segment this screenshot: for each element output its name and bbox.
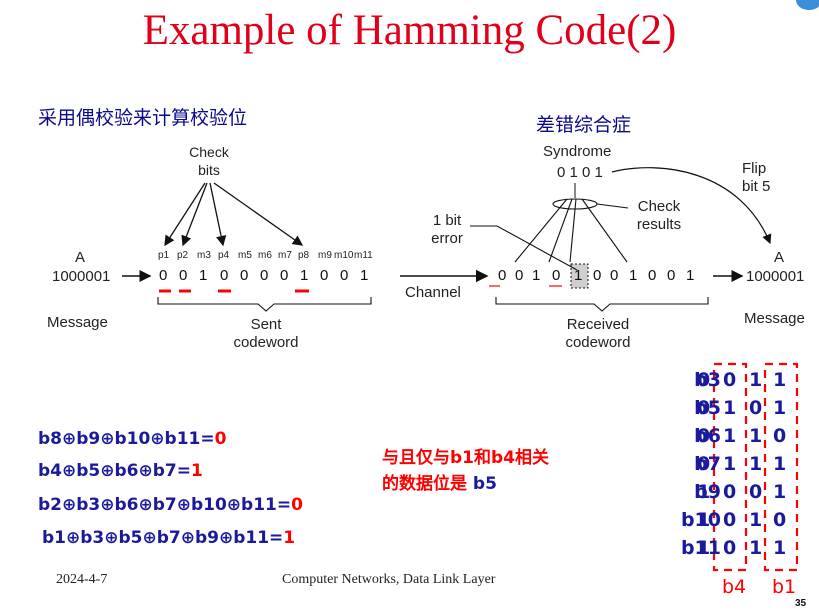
table-bit: 0 xyxy=(723,481,737,503)
message-left: Message xyxy=(47,314,108,331)
equation-3: b2⊕b3⊕b6⊕b7⊕b10⊕b11=0 xyxy=(38,495,303,515)
analysis-note: 与且仅与b1和b4相关 的数据位是 b5 xyxy=(382,448,549,494)
syndrome-table: b3 0 0 1 1 b5 0 1 0 1 b6 0 1 1 0 b7 0 1 … xyxy=(640,369,815,569)
received-bit: 0 xyxy=(552,267,561,284)
pos-label: m9 xyxy=(318,250,332,261)
position-labels: p1 p2 m3 p4 m5 m6 m7 p8 m9 m10 m11 xyxy=(158,250,378,264)
received-bit: 0 xyxy=(667,267,676,284)
received-codeword-label: Received codeword xyxy=(565,316,631,351)
sent-bit: 0 xyxy=(280,267,289,284)
sent-bits: 0 0 1 0 0 0 0 1 0 0 1 xyxy=(159,267,379,287)
table-bit: 1 xyxy=(773,481,787,503)
table-bit: 1 xyxy=(773,397,787,419)
equation-1: b8⊕b9⊕b10⊕b11=0 xyxy=(38,429,227,449)
sent-bit: 1 xyxy=(300,267,309,284)
sent-brace xyxy=(157,297,372,312)
received-bit: 0 xyxy=(648,267,657,284)
equation-2: b4⊕b5⊕b6⊕b7=1 xyxy=(38,461,203,481)
check-results-pointer xyxy=(596,203,629,209)
table-bit: 0 xyxy=(749,481,763,503)
sent-codeword-label: Sent codeword xyxy=(233,316,299,351)
table-bit: 0 xyxy=(749,397,763,419)
sent-bit: 0 xyxy=(240,267,249,284)
sent-bit: 0 xyxy=(159,267,168,284)
table-bit: 1 xyxy=(723,397,737,419)
table-bit: 1 xyxy=(773,369,787,391)
table-bit: 0 xyxy=(697,397,711,419)
table-bit: 1 xyxy=(749,425,763,447)
table-bit: 0 xyxy=(697,425,711,447)
receiver-data: 1000001 xyxy=(746,268,805,285)
receiver-a: A xyxy=(774,249,785,266)
pos-label: m10 xyxy=(334,250,354,261)
table-bit: 1 xyxy=(723,425,737,447)
received-bit: 1 xyxy=(686,267,695,284)
col-label-b1: b1 xyxy=(772,576,797,598)
pos-label: m6 xyxy=(258,250,272,261)
table-bit: 0 xyxy=(697,369,711,391)
table-bit: 0 xyxy=(697,453,711,475)
message-right: Message xyxy=(744,310,805,327)
sent-bit: 1 xyxy=(199,267,208,284)
received-brace xyxy=(495,297,709,312)
error-pointer xyxy=(470,225,578,271)
table-bit: 0 xyxy=(723,509,737,531)
pos-label: m5 xyxy=(238,250,252,261)
table-bit: 1 xyxy=(723,453,737,475)
sent-bit: 1 xyxy=(360,267,369,284)
table-bit: 1 xyxy=(697,481,711,503)
col-label-b4: b4 xyxy=(722,576,747,598)
table-bit: 0 xyxy=(773,509,787,531)
sent-bit: 0 xyxy=(179,267,188,284)
sender-a: A xyxy=(75,249,86,266)
table-bit: 0 xyxy=(723,369,737,391)
pos-label: p8 xyxy=(298,250,310,261)
received-bit: 0 xyxy=(593,267,602,284)
sent-bit: 0 xyxy=(260,267,269,284)
table-bit: 1 xyxy=(697,537,711,559)
sent-bit: 0 xyxy=(320,267,329,284)
table-bit: 0 xyxy=(773,425,787,447)
check-bit-arrows xyxy=(164,182,304,247)
flip-label: Flip bit 5 xyxy=(742,160,771,195)
syndrome-label: Syndrome xyxy=(543,143,612,160)
footer-course: Computer Networks, Data Link Layer xyxy=(282,572,496,587)
received-bit: 0 xyxy=(498,267,507,284)
table-bit: 1 xyxy=(773,537,787,559)
pos-label: m3 xyxy=(197,250,211,261)
table-bit: 1 xyxy=(749,369,763,391)
received-bit: 0 xyxy=(610,267,619,284)
equation-4: b1⊕b3⊕b5⊕b7⊕b9⊕b11=1 xyxy=(42,528,296,548)
table-bit: 1 xyxy=(749,453,763,475)
table-bit: 1 xyxy=(749,537,763,559)
check-results-label: Check results xyxy=(636,198,682,233)
pos-label: p4 xyxy=(218,250,230,261)
sender-data: 1000001 xyxy=(52,268,111,285)
received-bit: 1 xyxy=(532,267,541,284)
syndrome-value: 0 1 0 1 xyxy=(557,164,603,181)
table-bit: 1 xyxy=(773,453,787,475)
received-bits: 0 0 1 0 1 0 0 1 0 0 1 xyxy=(498,267,718,287)
received-bit: 1 xyxy=(629,267,638,284)
pos-label: m7 xyxy=(278,250,292,261)
page-number: 35 xyxy=(795,598,807,609)
received-bit: 0 xyxy=(515,267,524,284)
channel-label: Channel xyxy=(405,284,461,301)
footer-date: 2024-4-7 xyxy=(56,572,108,587)
pos-label: p2 xyxy=(177,250,189,261)
table-bit: 0 xyxy=(723,537,737,559)
received-bit: 1 xyxy=(574,267,583,284)
table-bit: 1 xyxy=(749,509,763,531)
check-bits-label: Check bits xyxy=(189,144,229,178)
one-bit-error-label: 1 bit error xyxy=(431,212,463,247)
sent-bit: 0 xyxy=(340,267,349,284)
sent-bit: 0 xyxy=(220,267,229,284)
pos-label: m11 xyxy=(354,250,373,261)
table-bit: 1 xyxy=(697,509,711,531)
pos-label: p1 xyxy=(158,250,170,261)
